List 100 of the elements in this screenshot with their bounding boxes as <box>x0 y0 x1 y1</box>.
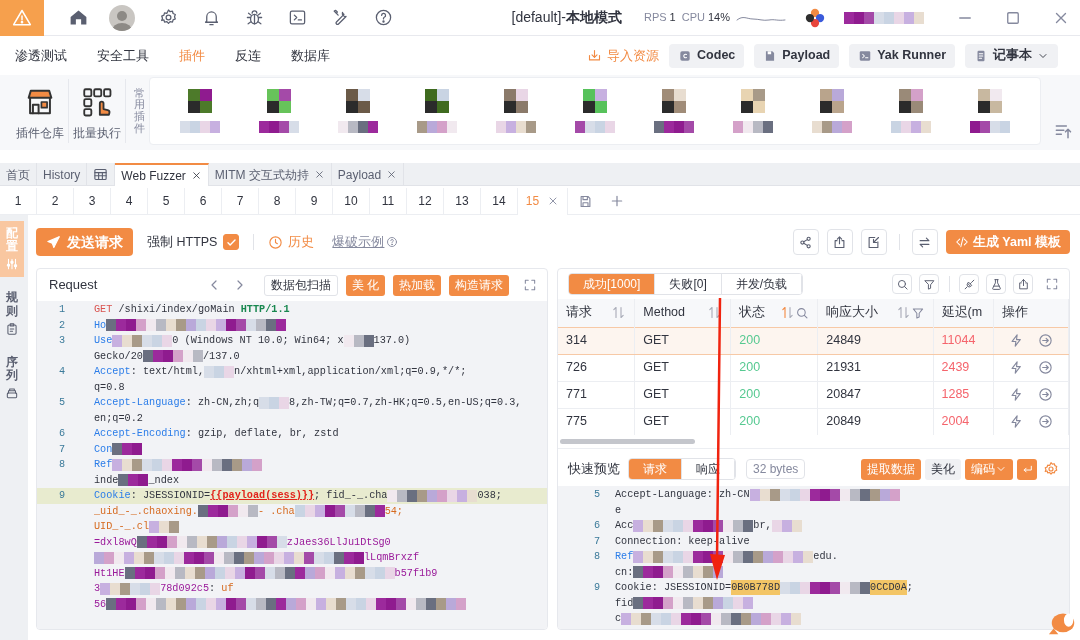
code-text: 137.0) <box>373 334 411 349</box>
table-row[interactable]: 771 GET 200 20847 1285 <box>558 381 1069 408</box>
line-number: 7 <box>58 442 67 457</box>
column-header: 状态 <box>739 304 766 322</box>
fuzzer-tab[interactable]: 3 <box>74 187 111 215</box>
code-text: Gecko/20 <box>94 349 143 364</box>
page-tab[interactable]: Payload <box>331 163 405 186</box>
code-text: 038; <box>477 489 502 504</box>
fuzzer-tab[interactable]: 11 <box>370 187 407 215</box>
code-text: e <box>615 503 622 518</box>
checkbox-label: 强制 HTTPS <box>147 233 218 251</box>
cookie-value: 78d092c5 <box>160 582 210 597</box>
table-cell: 200 <box>739 333 761 348</box>
code-text: /shixi/index/goMain <box>117 303 236 318</box>
table-cell: 200 <box>739 360 761 375</box>
code-text: Cookie: JSESSIONID= <box>615 581 732 596</box>
table-cell: 200 <box>739 414 761 429</box>
fuzzer-tab[interactable]: 9 <box>296 187 333 215</box>
fuzzer-tab[interactable]: 10 <box>333 187 370 215</box>
page-tab[interactable]: History <box>37 163 88 186</box>
table-row[interactable]: 314 GET 200 24849 11044 <box>558 327 1069 354</box>
payload-tag: {{payload(sess)}} <box>210 488 315 504</box>
code-text: Accept-Language: zh-CN <box>615 488 750 503</box>
code-text: Acc <box>615 519 634 534</box>
line-number: 9 <box>58 489 67 504</box>
header-name: Accept <box>94 365 131 380</box>
column-header: Method <box>643 304 685 322</box>
fuzzer-tab[interactable]: 7 <box>222 187 259 215</box>
code-text: n/xhtml+xml,application/xml;q=0.9,*/*; <box>234 365 467 380</box>
header-name: Cookie <box>94 489 131 504</box>
rps-value: 1 <box>669 10 676 26</box>
fuzzer-tab[interactable]: 6 <box>185 187 222 215</box>
table-cell: 726 <box>566 360 587 375</box>
header-name: Ref <box>94 458 113 473</box>
fuzzer-tab[interactable]: 1 <box>0 187 37 215</box>
menu-item[interactable]: 数据库 <box>291 45 330 66</box>
header-name: Ref <box>615 550 634 565</box>
menu-item[interactable]: 渗透测试 <box>15 45 67 66</box>
menu-item[interactable]: 安全工具 <box>97 45 149 66</box>
toolbar-button[interactable]: Payload <box>754 43 840 68</box>
code-text: : text/html, <box>130 365 205 380</box>
header-name: Accept-Language <box>94 396 186 411</box>
column-header: 延迟(m <box>941 304 983 322</box>
table-cell: GET <box>643 333 669 348</box>
code-text: fid <box>615 596 634 611</box>
table-cell: 2439 <box>941 360 970 375</box>
example-link[interactable]: 爆破示例 <box>332 232 385 252</box>
cookie-name: _uid_-_.chaoxing. <box>94 504 198 519</box>
matched-text: 0B0B778D <box>731 580 781 596</box>
fuzzer-tab[interactable]: 8 <box>259 187 296 215</box>
column-header: 响应大小 <box>826 304 879 322</box>
plugin-tool[interactable]: 插件仓库 <box>12 79 69 143</box>
table-cell: 20849 <box>826 414 862 429</box>
page-tab[interactable]: Web Fuzzer <box>115 163 209 186</box>
side-tab[interactable]: 序列 <box>0 349 24 407</box>
fuzzer-tab[interactable]: 5 <box>148 187 185 215</box>
code-text: : zh-CN,zh;q <box>185 396 260 411</box>
page-tab[interactable]: 首页 <box>0 163 37 186</box>
table-cell: 2004 <box>941 414 970 429</box>
menu-item[interactable]: 反连 <box>235 45 261 66</box>
line-number: 6 <box>58 427 67 442</box>
line-number: 6 <box>593 519 602 534</box>
table-row[interactable]: 726 GET 200 21931 2439 <box>558 354 1069 381</box>
fuzzer-tab[interactable]: 13 <box>444 187 481 215</box>
fuzzer-tab[interactable]: 12 <box>407 187 444 215</box>
cookie-name: UID_-_.cl <box>94 520 150 535</box>
panel-title: Request <box>49 276 98 295</box>
code-text: ; fid_-_.cha <box>314 489 388 504</box>
toolbar-button[interactable]: Yak Runner <box>849 43 955 68</box>
cookie-value: 3 <box>94 582 101 597</box>
line-number: 7 <box>593 534 602 549</box>
table-cell: 11044 <box>941 333 976 348</box>
line-number: 1 <box>58 303 67 318</box>
code-text: : JSESSIONID= <box>130 489 211 504</box>
line-number: 5 <box>58 396 67 411</box>
http-method: GET <box>94 303 113 318</box>
code-text: en;q=0.2 <box>94 411 143 426</box>
table-cell: 24849 <box>826 333 862 348</box>
code-text: : gzip, deflate, br, zstd <box>185 427 339 442</box>
table-cell: GET <box>643 387 669 402</box>
line-number: 9 <box>593 581 602 596</box>
fuzzer-tab[interactable]: 2 <box>37 187 74 215</box>
table-row[interactable]: 775 GET 200 20849 2004 <box>558 408 1069 435</box>
fuzzer-tab[interactable]: 4 <box>111 187 148 215</box>
code-text: 8,zh-TW;q=0.7,zh-HK;q=0.5,en-US;q=0.3, <box>289 396 522 411</box>
code-text: c <box>615 612 622 627</box>
cookie-name: 54; <box>384 504 403 519</box>
code-text: /137.0 <box>202 349 240 364</box>
page-tab[interactable]: MITM 交互式劫持 <box>208 163 332 186</box>
header-name: Use <box>94 334 113 349</box>
editor-button[interactable]: 数据包扫描 <box>263 274 338 296</box>
toolbar-button[interactable]: 记事本 <box>965 43 1058 68</box>
side-tab[interactable]: 规则 <box>0 285 24 342</box>
column-header: 操作 <box>1002 304 1029 322</box>
editor-button[interactable]: 美化 <box>925 458 961 480</box>
plugin-tool[interactable]: 批量执行 <box>69 79 126 143</box>
section-label: 常用插件 <box>134 87 145 135</box>
line-number: 8 <box>58 458 67 473</box>
header-name: Con <box>94 442 113 457</box>
toolbar-button[interactable]: Codec <box>669 43 745 68</box>
